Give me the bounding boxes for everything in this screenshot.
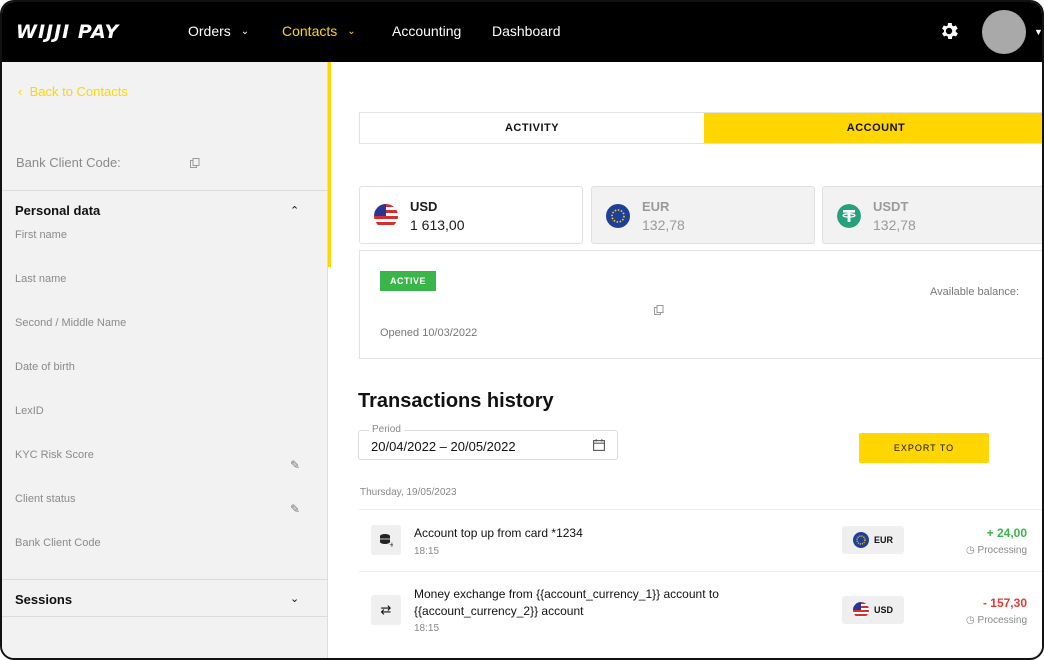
eu-flag-icon: [606, 204, 630, 228]
nav-contacts-label: Contacts: [282, 23, 338, 39]
transaction-row[interactable]: + Account top up from card *1234 18:15 E…: [359, 509, 1042, 571]
field-last-name: Last name: [15, 273, 67, 285]
copy-icon[interactable]: [654, 305, 664, 315]
field-lexid: LexID: [15, 405, 44, 417]
transactions-title: Transactions history: [358, 390, 554, 412]
svg-text:+: +: [389, 541, 393, 547]
status-badge: ACTIVE: [380, 271, 437, 291]
nav-accounting-label: Accounting: [392, 23, 462, 39]
transaction-status-text: Processing: [977, 545, 1027, 556]
chevron-up-icon[interactable]: ⌃: [290, 204, 299, 217]
transaction-currency-code: EUR: [873, 535, 893, 545]
back-to-contacts-link[interactable]: ‹ Back to Contacts: [18, 84, 128, 99]
us-flag-icon: [852, 602, 869, 618]
currency-card-usd[interactable]: USD 1 613,00: [359, 186, 583, 244]
clock-icon: ◷: [966, 615, 975, 626]
account-tabs: ACTIVITY ACCOUNT: [359, 112, 1042, 144]
currency-card-usdt[interactable]: USDT 132,78: [822, 186, 1042, 244]
app-window: WIJJI PAY Orders ⌄ Contacts ⌄ Accounting…: [0, 0, 1044, 660]
currency-amount: 132,78: [642, 217, 685, 233]
transaction-description: Money exchange from {{account_currency_1…: [414, 587, 719, 618]
period-date-range-picker[interactable]: Period 20/04/2022 – 20/05/2022: [358, 424, 618, 460]
calendar-icon[interactable]: [593, 439, 605, 451]
field-client-status: Client status: [15, 493, 76, 505]
chevron-down-icon[interactable]: ▼: [1034, 27, 1042, 37]
nav-contacts[interactable]: Contacts ⌄: [282, 23, 356, 39]
contact-sidebar: ‹ Back to Contacts Bank Client Code: Per…: [2, 62, 328, 658]
period-value: 20/04/2022 – 20/05/2022: [371, 439, 516, 454]
field-bank-client-code: Bank Client Code: [15, 537, 101, 549]
clock-icon: ◷: [966, 545, 975, 556]
divider: [2, 616, 328, 617]
period-label: Period: [369, 424, 404, 435]
transaction-description: Account top up from card *1234: [414, 526, 583, 540]
field-kyc-risk-score: KYC Risk Score: [15, 449, 94, 461]
us-flag-icon: [374, 204, 398, 228]
transaction-currency-code: USD: [873, 605, 893, 615]
top-navigation-bar: WIJJI PAY Orders ⌄ Contacts ⌄ Accounting…: [2, 2, 1042, 62]
avatar[interactable]: [982, 10, 1026, 54]
gear-icon[interactable]: [938, 20, 960, 42]
back-link-label: Back to Contacts: [29, 84, 128, 99]
exchange-icon: ⇄: [371, 595, 401, 625]
currency-code: USDT: [873, 199, 909, 214]
chevron-down-icon[interactable]: ⌄: [290, 592, 299, 605]
currency-code: EUR: [642, 199, 670, 214]
account-details-panel: ACTIVE Opened 10/03/2022 Available balan…: [359, 250, 1042, 359]
transaction-row[interactable]: ⇄ Money exchange from {{account_currency…: [359, 571, 1042, 651]
chevron-left-icon: ‹: [18, 84, 23, 99]
currency-code: USD: [410, 199, 438, 214]
tether-icon: [837, 204, 861, 228]
nav-orders-label: Orders: [188, 23, 231, 39]
coins-icon: +: [371, 525, 401, 555]
chevron-down-icon: ⌄: [347, 25, 356, 37]
pencil-icon[interactable]: ✎: [290, 458, 300, 472]
transaction-currency: EUR: [842, 526, 904, 554]
transactions-date-heading: Thursday, 19/05/2023: [360, 487, 457, 498]
export-button[interactable]: EXPORT TO: [859, 433, 989, 463]
transaction-amount: - 157,30: [982, 596, 1027, 610]
currency-amount: 1 613,00: [410, 217, 465, 233]
transaction-currency: USD: [842, 596, 904, 624]
personal-data-title[interactable]: Personal data: [15, 203, 100, 218]
nav-accounting[interactable]: Accounting: [392, 23, 461, 39]
transaction-time: 18:15: [414, 546, 440, 557]
transaction-amount: + 24,00: [986, 526, 1027, 540]
pencil-icon[interactable]: ✎: [290, 502, 300, 516]
available-balance-label: Available balance:: [930, 286, 1020, 298]
app-logo[interactable]: WIJJI PAY: [16, 21, 119, 43]
sidebar-scrollbar[interactable]: [328, 62, 331, 267]
sessions-title[interactable]: Sessions: [15, 592, 72, 607]
nav-orders[interactable]: Orders ⌄: [188, 23, 249, 39]
tab-activity[interactable]: ACTIVITY: [360, 113, 704, 143]
currency-card-eur[interactable]: EUR 132,78: [591, 186, 815, 244]
transaction-status-text: Processing: [977, 615, 1027, 626]
account-opened-date: Opened 10/03/2022: [380, 327, 478, 339]
divider: [2, 190, 328, 191]
transaction-status: ◷ Processing: [966, 545, 1027, 556]
currency-amount: 132,78: [873, 217, 916, 233]
copy-icon[interactable]: [190, 158, 200, 168]
eu-flag-icon: [852, 532, 869, 548]
transaction-status: ◷ Processing: [966, 615, 1027, 626]
tab-account[interactable]: ACCOUNT: [704, 113, 1042, 143]
divider: [2, 579, 328, 580]
bank-client-code-label: Bank Client Code:: [16, 155, 121, 170]
nav-dashboard[interactable]: Dashboard: [492, 23, 561, 39]
field-date-of-birth: Date of birth: [15, 361, 75, 373]
nav-dashboard-label: Dashboard: [492, 23, 561, 39]
field-first-name: First name: [15, 229, 67, 241]
chevron-down-icon: ⌄: [240, 25, 250, 37]
transaction-time: 18:15: [414, 623, 440, 634]
field-middle-name: Second / Middle Name: [15, 317, 127, 329]
